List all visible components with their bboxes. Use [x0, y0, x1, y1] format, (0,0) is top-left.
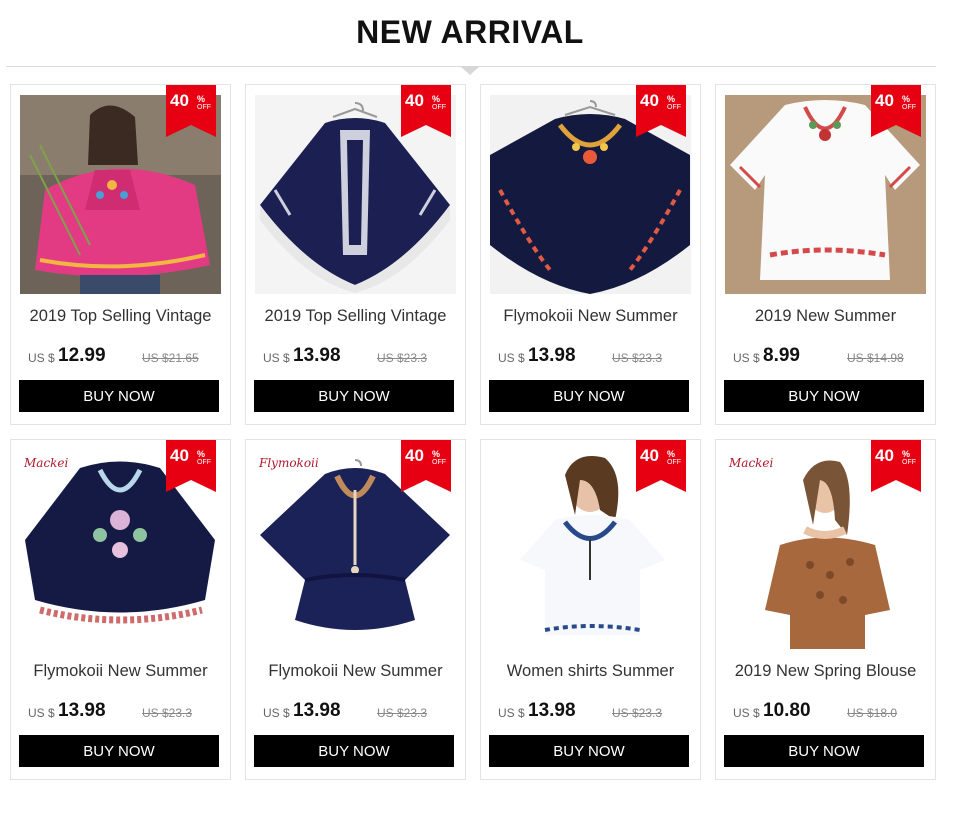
discount-percent: %: [902, 94, 911, 104]
discount-badge: 40 % OFF: [636, 85, 686, 137]
discount-off: OFF: [197, 459, 211, 466]
price: 13.98: [293, 700, 341, 721]
price-row: US $ 13.98 US $23.3: [263, 700, 453, 726]
price: 13.98: [528, 345, 576, 366]
discount-badge: 40 % OFF: [166, 440, 216, 492]
product-title[interactable]: 2019 Top Selling Vintage: [11, 307, 230, 326]
discount-badge: 40 % OFF: [166, 85, 216, 137]
product-card[interactable]: Mackei 40 % OFF Flymokoii New Summer US …: [10, 439, 231, 780]
original-price: US $23.3: [612, 706, 663, 720]
original-price: US $14.98: [847, 351, 904, 365]
currency: US $: [498, 351, 525, 365]
currency: US $: [28, 351, 55, 365]
currency: US $: [263, 706, 290, 720]
price-row: US $ 12.99 US $21.65: [28, 345, 218, 371]
discount-off: OFF: [667, 104, 681, 111]
discount-percent: %: [432, 449, 441, 459]
currency: US $: [498, 706, 525, 720]
buy-now-button[interactable]: BUY NOW: [19, 380, 219, 412]
discount-percent: %: [197, 449, 206, 459]
price-row: US $ 8.99 US $14.98: [733, 345, 923, 371]
product-title[interactable]: Women shirts Summer: [481, 662, 700, 681]
price: 8.99: [763, 345, 800, 366]
divider-notch: [460, 66, 480, 75]
discount-percent: %: [197, 94, 206, 104]
product-title[interactable]: Flymokoii New Summer: [481, 307, 700, 326]
product-card[interactable]: 40 % OFF 2019 Top Selling Vintage US $ 1…: [10, 84, 231, 425]
product-title[interactable]: Flymokoii New Summer: [246, 662, 465, 681]
discount-number: 40: [640, 91, 659, 110]
brand-logo: Mackei: [729, 456, 774, 470]
product-title[interactable]: 2019 New Spring Blouse: [716, 662, 935, 681]
discount-badge: 40 % OFF: [636, 440, 686, 492]
original-price: US $23.3: [377, 706, 428, 720]
original-price: US $21.65: [142, 351, 199, 365]
buy-now-button[interactable]: BUY NOW: [489, 380, 689, 412]
section-title: NEW ARRIVAL: [356, 14, 584, 50]
discount-off: OFF: [902, 104, 916, 111]
brand-logo: Mackei: [24, 456, 69, 470]
price: 12.99: [58, 345, 106, 366]
discount-number: 40: [405, 91, 424, 110]
product-title[interactable]: 2019 Top Selling Vintage: [246, 307, 465, 326]
buy-now-button[interactable]: BUY NOW: [489, 735, 689, 767]
product-title[interactable]: Flymokoii New Summer: [11, 662, 230, 681]
discount-off: OFF: [902, 459, 916, 466]
discount-badge: 40 % OFF: [871, 85, 921, 137]
discount-off: OFF: [432, 104, 446, 111]
product-grid: 40 % OFF 2019 Top Selling Vintage US $ 1…: [10, 84, 936, 780]
buy-now-button[interactable]: BUY NOW: [724, 735, 924, 767]
price-row: US $ 13.98 US $23.3: [498, 345, 688, 371]
product-title[interactable]: 2019 New Summer: [716, 307, 935, 326]
price-row: US $ 13.98 US $23.3: [28, 700, 218, 726]
section-header: NEW ARRIVAL: [0, 0, 958, 80]
discount-off: OFF: [432, 459, 446, 466]
currency: US $: [28, 706, 55, 720]
discount-number: 40: [875, 446, 894, 465]
discount-number: 40: [405, 446, 424, 465]
original-price: US $23.3: [377, 351, 428, 365]
price: 13.98: [528, 700, 576, 721]
product-card[interactable]: 40 % OFF Women shirts Summer US $ 13.98 …: [480, 439, 701, 780]
price: 13.98: [58, 700, 106, 721]
currency: US $: [733, 351, 760, 365]
discount-percent: %: [667, 449, 676, 459]
product-card[interactable]: Flymokoii 40 % OFF Flymokoii New Summer …: [245, 439, 466, 780]
original-price: US $18.0: [847, 706, 898, 720]
discount-number: 40: [170, 91, 189, 110]
buy-now-button[interactable]: BUY NOW: [254, 735, 454, 767]
product-card[interactable]: 40 % OFF Flymokoii New Summer US $ 13.98…: [480, 84, 701, 425]
price: 10.80: [763, 700, 811, 721]
currency: US $: [733, 706, 760, 720]
discount-badge: 40 % OFF: [401, 85, 451, 137]
buy-now-button[interactable]: BUY NOW: [19, 735, 219, 767]
discount-number: 40: [640, 446, 659, 465]
price-row: US $ 13.98 US $23.3: [498, 700, 688, 726]
product-card[interactable]: 40 % OFF 2019 Top Selling Vintage US $ 1…: [245, 84, 466, 425]
buy-now-button[interactable]: BUY NOW: [254, 380, 454, 412]
discount-number: 40: [875, 91, 894, 110]
discount-badge: 40 % OFF: [401, 440, 451, 492]
discount-off: OFF: [667, 459, 681, 466]
discount-percent: %: [667, 94, 676, 104]
currency: US $: [263, 351, 290, 365]
price: 13.98: [293, 345, 341, 366]
discount-number: 40: [170, 446, 189, 465]
brand-logo: Flymokoii: [259, 456, 319, 470]
product-card[interactable]: 40 % OFF 2019 New Summer US $ 8.99 US $1…: [715, 84, 936, 425]
buy-now-button[interactable]: BUY NOW: [724, 380, 924, 412]
original-price: US $23.3: [142, 706, 193, 720]
discount-percent: %: [902, 449, 911, 459]
product-card[interactable]: Mackei 40 % OFF 2019 New Spring Blouse U…: [715, 439, 936, 780]
original-price: US $23.3: [612, 351, 663, 365]
discount-percent: %: [432, 94, 441, 104]
discount-off: OFF: [197, 104, 211, 111]
discount-badge: 40 % OFF: [871, 440, 921, 492]
price-row: US $ 13.98 US $23.3: [263, 345, 453, 371]
price-row: US $ 10.80 US $18.0: [733, 700, 923, 726]
